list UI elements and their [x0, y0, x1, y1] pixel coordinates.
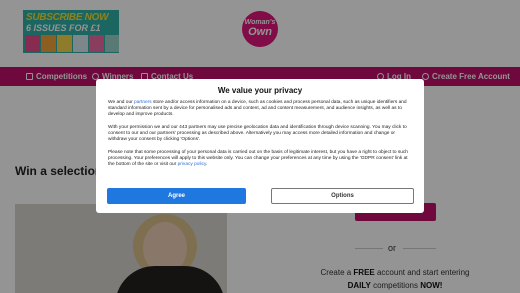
consent-p1-text-b: store and/or access information on a dev…: [108, 100, 407, 117]
options-button[interactable]: Options: [271, 188, 414, 204]
consent-p1-text-a: We and our: [108, 100, 135, 105]
agree-button[interactable]: Agree: [107, 188, 246, 204]
consent-paragraph-2: With your permission we and our 443 part…: [108, 125, 407, 142]
consent-paragraph-1: We and our partners store and/or access …: [108, 100, 413, 118]
partners-link[interactable]: partners: [134, 100, 152, 105]
consent-p3-text-a: Please note that some processing of your…: [108, 150, 408, 167]
consent-title: We value your privacy: [217, 86, 303, 95]
privacy-policy-link[interactable]: privacy policy: [178, 162, 206, 167]
consent-p3-text-b: .: [206, 162, 208, 167]
consent-paragraph-3: Please note that some processing of your…: [108, 150, 413, 168]
consent-dialog: We value your privacy We and our partner…: [96, 79, 424, 213]
